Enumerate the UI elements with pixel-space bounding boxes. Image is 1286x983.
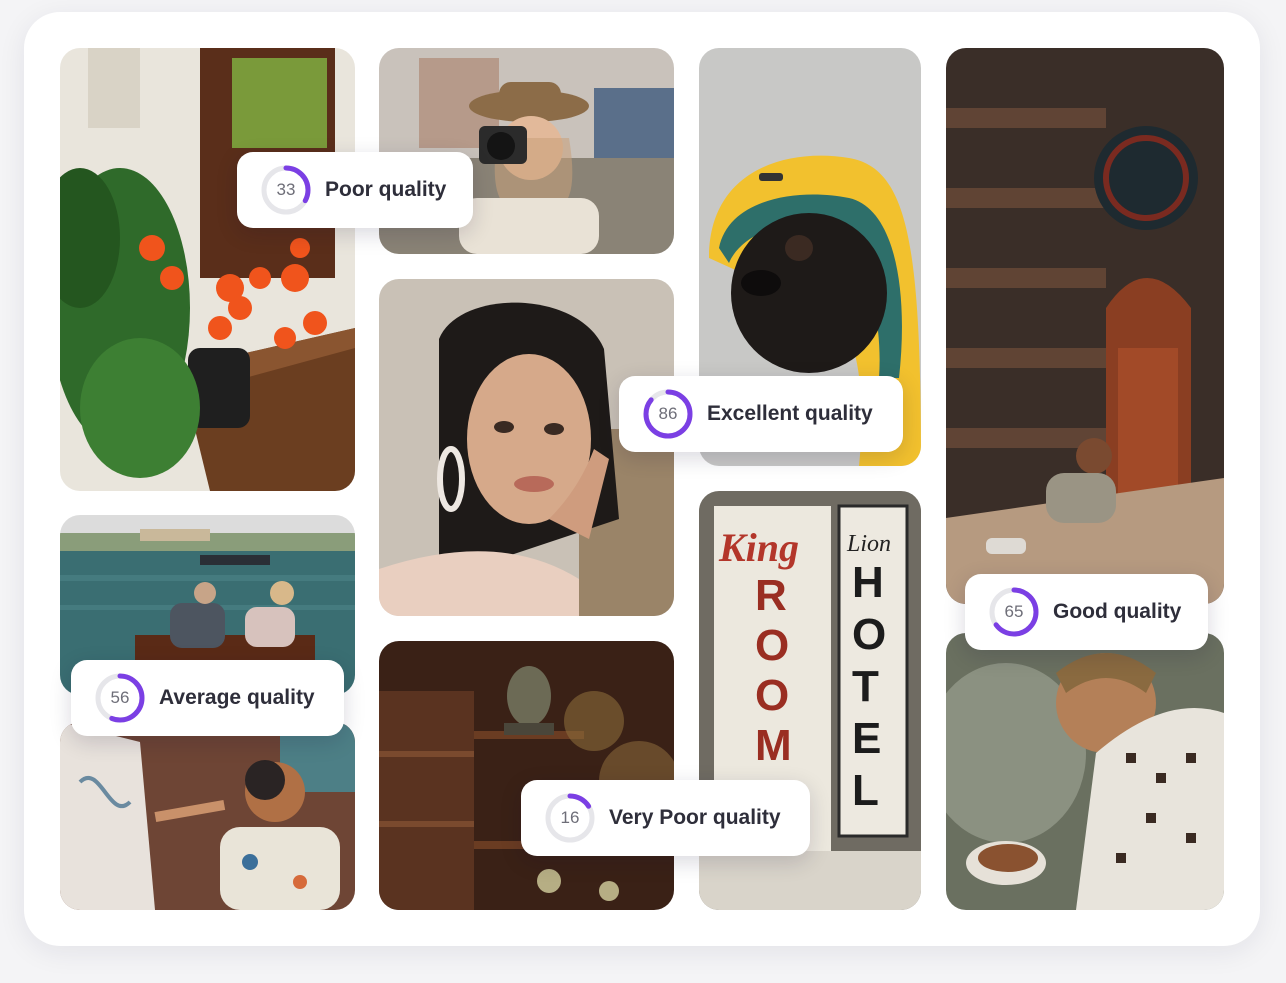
quality-badge-good: 65 Good quality — [965, 574, 1208, 650]
quality-badge-poor: 33 Poor quality — [237, 152, 473, 228]
quality-label: Very Poor quality — [609, 806, 781, 829]
score-value: 86 — [658, 404, 678, 423]
quality-badge-excellent: 86 Excellent quality — [619, 376, 903, 452]
quality-label: Excellent quality — [707, 402, 873, 425]
score-ring: 56 — [93, 671, 147, 725]
quality-label: Average quality — [159, 686, 315, 709]
sign-hotel-text: HOTEL — [852, 558, 887, 815]
quality-label: Poor quality — [325, 178, 447, 201]
photo-arch[interactable] — [946, 48, 1224, 604]
score-value: 16 — [560, 808, 580, 827]
photo-cook[interactable] — [946, 633, 1224, 910]
score-value: 33 — [276, 180, 296, 199]
quality-label: Good quality — [1053, 600, 1182, 623]
score-ring: 86 — [641, 387, 695, 441]
score-ring: 16 — [543, 791, 597, 845]
score-ring: 65 — [987, 585, 1041, 639]
score-value: 56 — [110, 688, 130, 707]
sign-room-text: ROOM — [755, 571, 792, 770]
score-value: 65 — [1004, 602, 1024, 621]
quality-badge-average: 56 Average quality — [71, 660, 344, 736]
sign-king-text: King — [718, 525, 799, 570]
photo-flowers[interactable] — [60, 48, 355, 491]
photo-shelf[interactable] — [379, 641, 674, 910]
score-ring: 33 — [259, 163, 313, 217]
photo-painter[interactable] — [60, 722, 355, 910]
sign-lion-text: Lion — [846, 531, 891, 557]
quality-badge-very-poor: 16 Very Poor quality — [521, 780, 810, 856]
